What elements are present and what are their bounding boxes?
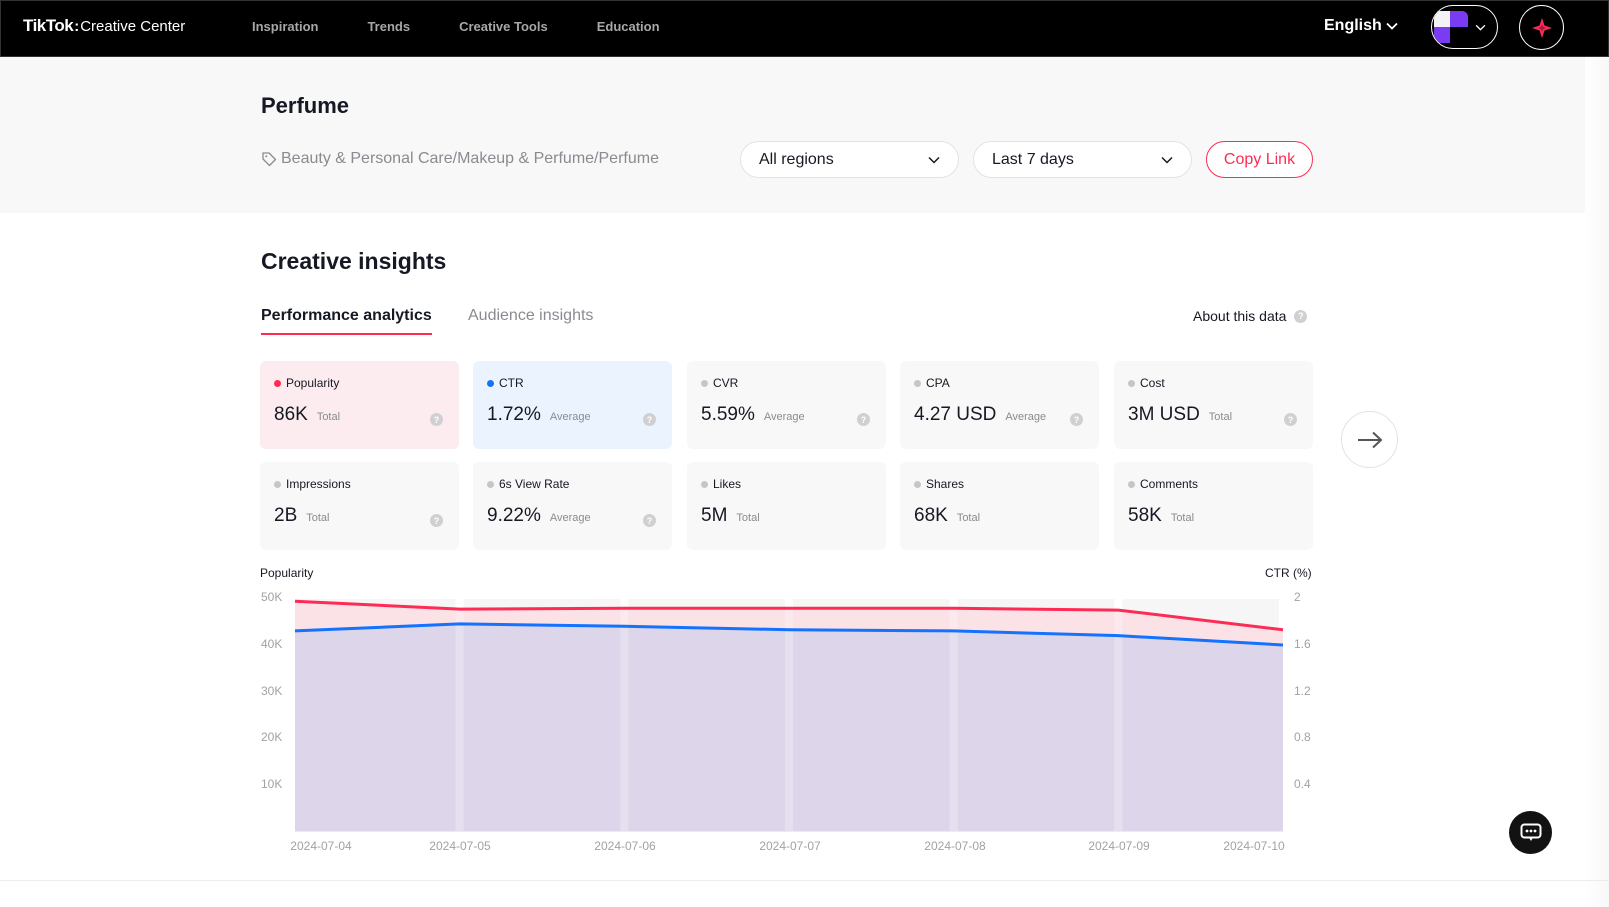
chat-support-button[interactable]: [1509, 811, 1552, 854]
performance-chart: [294, 599, 1284, 832]
band-separator: [620, 599, 629, 831]
scrollbar-track[interactable]: [1585, 57, 1609, 907]
band-separator: [1114, 599, 1123, 831]
divider: [0, 880, 1609, 881]
band-separator: [455, 599, 464, 831]
chat-bubble-icon: [1520, 823, 1541, 841]
band-separator: [785, 599, 793, 831]
band-separator: [949, 599, 958, 831]
